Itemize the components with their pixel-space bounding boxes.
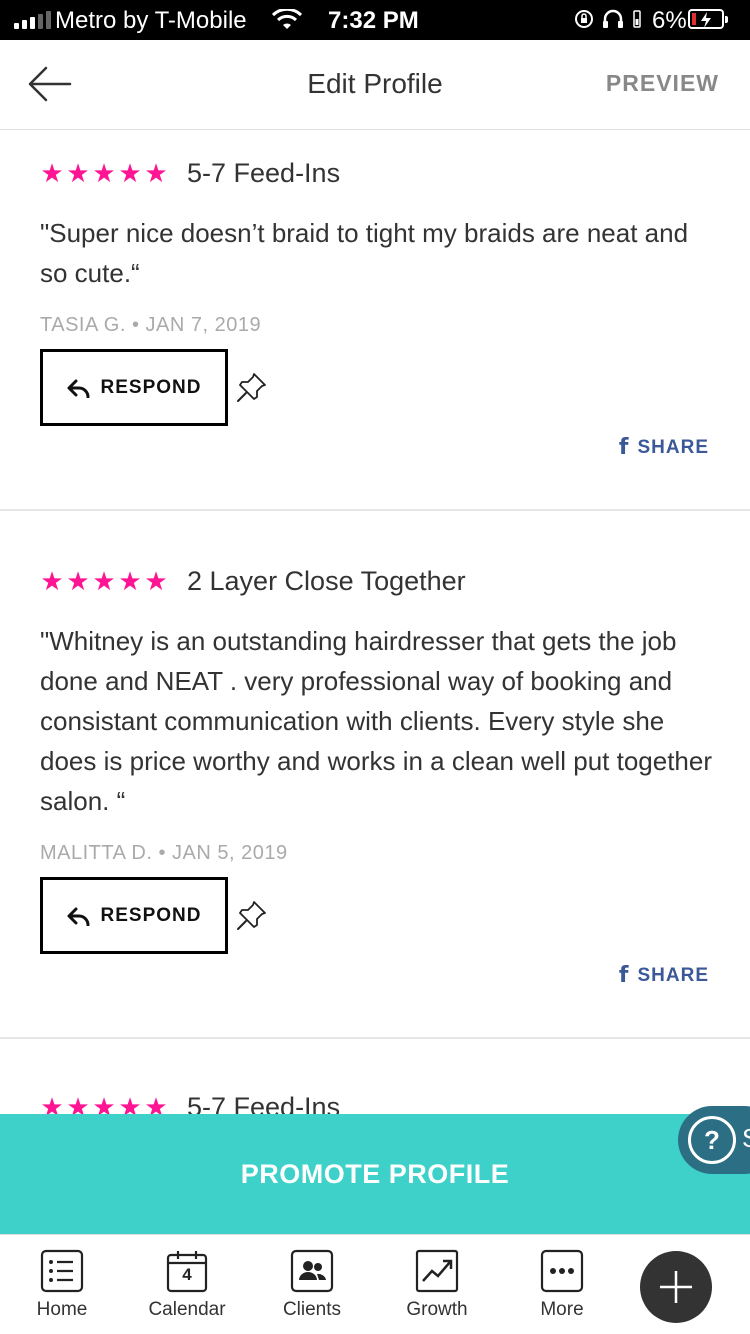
respond-label: RESPOND	[100, 376, 202, 398]
respond-button[interactable]: RESPOND	[40, 349, 228, 426]
star-icon: ★	[144, 158, 168, 188]
share-button[interactable]: f SHARE	[619, 435, 709, 460]
respond-label: RESPOND	[100, 904, 202, 926]
review-author: MALITTA D.	[40, 842, 153, 864]
list-icon	[40, 1249, 84, 1293]
divider	[0, 509, 750, 511]
tab-growth[interactable]: Growth	[382, 1249, 492, 1321]
calendar-icon: 4	[165, 1249, 209, 1293]
star-icon: ★	[92, 566, 116, 596]
review-date: JAN 7, 2019	[145, 314, 262, 336]
review-date: JAN 5, 2019	[172, 842, 288, 864]
battery-icon	[688, 9, 728, 29]
star-icon: ★	[40, 566, 64, 596]
reply-arrow-icon	[67, 379, 90, 398]
growth-chart-icon	[415, 1249, 459, 1293]
tab-more[interactable]: More	[507, 1249, 617, 1321]
lock-battery-icon	[632, 8, 642, 36]
add-button[interactable]	[640, 1251, 712, 1323]
share-label: SHARE	[637, 964, 709, 986]
facebook-icon: f	[618, 435, 630, 460]
review-service: 5-7 Feed-Ins	[187, 158, 341, 188]
review-meta: TASIA G. • JAN 7, 2019	[40, 314, 261, 337]
preview-button[interactable]: PREVIEW	[606, 70, 719, 97]
status-bar: Metro by T-Mobile 7:32 PM 6%	[0, 0, 750, 40]
plus-icon	[660, 1271, 692, 1303]
review-text: "Whitney is an outstanding hairdresser t…	[40, 626, 713, 816]
headphones-icon	[602, 8, 624, 36]
signal-icon	[14, 11, 51, 29]
review-meta: MALITTA D. • JAN 5, 2019	[40, 842, 288, 865]
pin-icon[interactable]	[236, 371, 268, 403]
star-icon: ★	[66, 566, 90, 596]
reply-arrow-icon	[67, 907, 90, 926]
star-icon: ★	[118, 158, 142, 188]
share-button[interactable]: f SHARE	[619, 963, 709, 988]
tab-home[interactable]: Home	[7, 1249, 117, 1321]
tab-bar: Home 4 Calendar Clients Growth More	[0, 1234, 750, 1334]
tab-label: Growth	[406, 1299, 468, 1320]
promote-profile-button[interactable]: PROMOTE PROFILE	[0, 1114, 750, 1234]
pin-icon[interactable]	[236, 899, 268, 931]
help-button[interactable]: ? S	[678, 1106, 750, 1174]
carrier-name: Metro by T-Mobile	[55, 7, 247, 34]
star-icon: ★	[66, 158, 90, 188]
star-rating: ★ ★ ★ ★ ★	[40, 160, 168, 186]
tab-calendar[interactable]: 4 Calendar	[132, 1249, 242, 1321]
help-label: S	[742, 1123, 750, 1154]
star-icon: ★	[92, 158, 116, 188]
promote-label: PROMOTE PROFILE	[240, 1158, 510, 1189]
share-label: SHARE	[637, 436, 709, 458]
tab-label: Clients	[282, 1299, 342, 1320]
tab-label: More	[540, 1299, 584, 1320]
clients-icon	[290, 1249, 334, 1293]
more-dots-icon	[540, 1249, 584, 1293]
star-rating: ★ ★ ★ ★ ★	[40, 568, 168, 594]
battery-percent: 6%	[652, 7, 687, 34]
meta-separator: •	[131, 314, 146, 336]
tab-label: Calendar	[148, 1299, 226, 1320]
calendar-day: 4	[182, 1265, 192, 1284]
review-text: "Super nice doesn’t braid to tight my br…	[40, 218, 689, 288]
star-icon: ★	[118, 566, 142, 596]
wifi-icon	[271, 7, 303, 38]
meta-separator: •	[158, 842, 173, 864]
tab-label: Home	[36, 1299, 88, 1320]
star-icon: ★	[144, 566, 168, 596]
nav-header: Edit Profile PREVIEW	[0, 40, 750, 130]
respond-button[interactable]: RESPOND	[40, 877, 228, 954]
tab-clients[interactable]: Clients	[257, 1249, 367, 1321]
review-author: TASIA G.	[40, 314, 126, 336]
rotation-lock-icon	[574, 8, 594, 36]
clock: 7:32 PM	[328, 7, 419, 34]
divider	[0, 1037, 750, 1039]
star-icon: ★	[40, 158, 64, 188]
review-service: 2 Layer Close Together	[187, 566, 466, 596]
facebook-icon: f	[618, 963, 630, 988]
help-icon: ?	[688, 1116, 736, 1164]
